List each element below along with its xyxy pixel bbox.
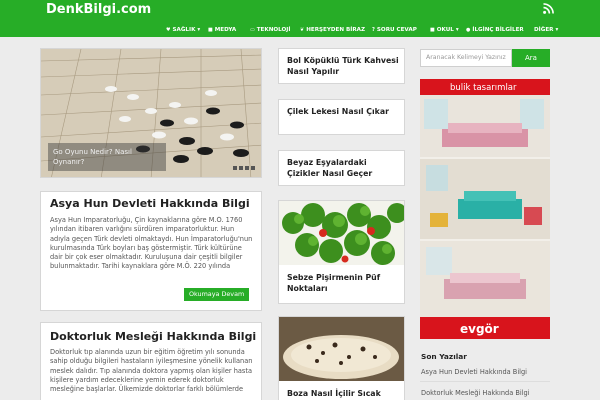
mini-post-card[interactable] [278,99,405,135]
nav-label: OKUL [436,26,454,33]
post-title[interactable]: Doktorluk Mesleği Hakkında Bilgi [50,330,256,343]
caret-down-icon: ▾ [455,26,459,33]
slider-dot[interactable] [239,166,243,170]
mini-post-title[interactable]: Sebze Pişirmenin Püf Noktaları [287,272,399,294]
nav-label: SAĞLIK [172,26,196,33]
slider-pager[interactable] [233,166,255,170]
mini-post-title[interactable]: Boza Nasıl İçilir Sıcak [287,388,405,399]
book-icon: ■ [430,26,435,33]
nav-label: TEKNOLOJİ [256,26,291,33]
nav-item-soru-cevap[interactable]: ? SORU CEVAP [372,22,417,37]
mini-post-title[interactable]: Beyaz Eşyalardaki Çizikler Nasıl Geçer [287,157,399,179]
boza-image [279,317,404,381]
recent-post-link[interactable]: Doktorluk Mesleği Hakkında Bilgi [421,389,530,397]
lightbulb-icon: ● [466,26,471,33]
monitor-icon: ▭ [250,26,255,33]
post-excerpt: Doktorluk tıp alanında uzun bir eğitim ö… [50,348,253,394]
main-nav: ♥ SAĞLIK ▾ ■ MEDYA ▭ TEKNOLOJİ ❦ HERŞEYD… [0,22,600,37]
nav-label: İLGİNÇ BİLGİLER [472,26,524,33]
recent-posts-heading: Son Yazılar [421,352,467,361]
leaf-icon: ❦ [300,26,305,33]
nav-label: HERŞEYDEN BİRAZ [306,26,366,33]
caret-down-icon: ▾ [555,26,559,33]
nav-label: SORU CEVAP [376,26,417,33]
search-input[interactable]: Aranacak Kelimeyi Yazınız [420,49,512,67]
heart-icon: ♥ [166,26,171,33]
furniture-ad-image: bulik tasarımlar evgör [420,79,550,339]
nav-item-ilginc-bilgiler[interactable]: ● İLGİNÇ BİLGİLER [466,22,524,37]
nav-label: MEDYA [214,26,237,33]
video-icon: ■ [208,26,213,33]
ad-brand: evgör [460,322,499,336]
ad-top-text: bulik tasarımlar [450,83,517,93]
search-button[interactable]: Ara [512,49,550,67]
nav-item-teknoloji[interactable]: ▭ TEKNOLOJİ [250,22,290,37]
post-excerpt: Asya Hun İmparatorluğu, Çin kaynaklarına… [50,216,253,271]
nav-item-saglik[interactable]: ♥ SAĞLIK ▾ [166,22,200,37]
nav-item-herseyden-biraz[interactable]: ❦ HERŞEYDEN BİRAZ [300,22,365,37]
slider-caption[interactable]: Go Oyunu Nedir? Nasıl Oynanır? [48,143,166,171]
featured-slider[interactable]: Go Oyunu Nedir? Nasıl Oynanır? [40,48,262,178]
broccoli-image [279,201,404,265]
question-icon: ? [372,26,375,33]
recent-post-link[interactable]: Asya Hun Devleti Hakkında Bilgi [421,368,527,376]
slider-dot[interactable] [233,166,237,170]
post-title[interactable]: Asya Hun Devleti Hakkında Bilgi [50,197,250,210]
mini-post-title[interactable]: Bol Köpüklü Türk Kahvesi Nasıl Yapılır [287,55,399,77]
nav-label: DİĞER [534,26,554,33]
nav-item-diger[interactable]: DİĞER ▾ [534,22,558,37]
nav-item-okul[interactable]: ■ OKUL ▾ [430,22,459,37]
caret-down-icon: ▾ [197,26,201,33]
ad-banner[interactable]: bulik tasarımlar evgör [420,79,550,339]
mini-post-title[interactable]: Çilek Lekesi Nasıl Çıkar [287,106,399,117]
divider [420,381,550,382]
slider-dot[interactable] [251,166,255,170]
nav-item-medya[interactable]: ■ MEDYA [208,22,236,37]
read-more-button[interactable]: Okumaya Devam [184,288,250,301]
slider-dot[interactable] [245,166,249,170]
rss-icon[interactable] [543,3,554,14]
site-logo[interactable]: DenkBilgi.com [46,2,151,17]
